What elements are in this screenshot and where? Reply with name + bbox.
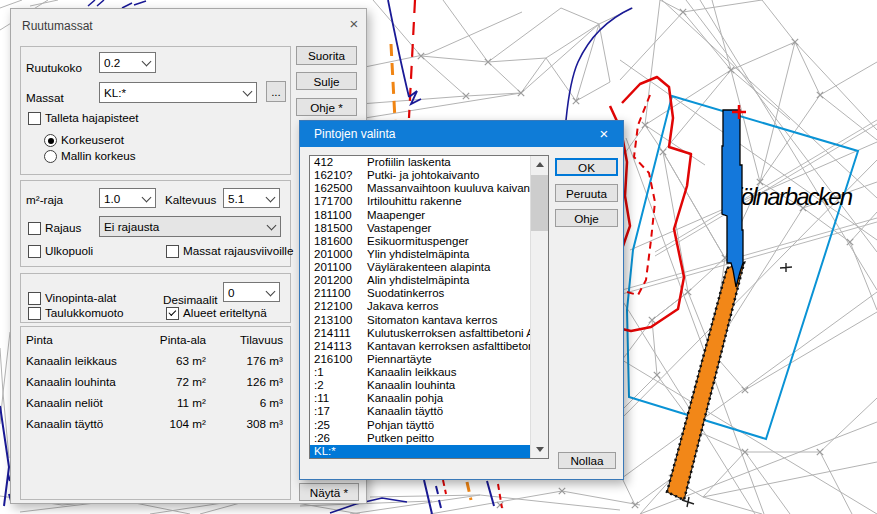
surface-list[interactable]: 412Profiilin laskenta 16210?Putki- ja jo… xyxy=(309,155,549,459)
list-item[interactable]: 213100Sitomaton kantava kerros xyxy=(310,314,532,327)
nayta-button[interactable]: Näytä * xyxy=(299,483,359,501)
alueet-checkbox[interactable] xyxy=(166,307,179,320)
chevron-down-icon xyxy=(266,193,276,203)
desimaalit-select[interactable]: 0 xyxy=(223,282,280,302)
list-item[interactable]: 201000Ylin yhdistelmäpinta xyxy=(310,248,532,261)
rajaus-label: Rajaus xyxy=(45,221,81,234)
close-icon[interactable]: × xyxy=(343,13,365,35)
list-item[interactable]: 201100Väylärakenteen alapinta xyxy=(310,261,532,274)
vinopinta-checkbox[interactable] xyxy=(28,292,41,305)
ruutukoko-select[interactable]: 0.2 xyxy=(99,52,156,73)
table-row: Kanaalin louhinta 72 m² 126 m³ xyxy=(21,375,290,396)
table-header: Pinta Pinta-ala Tilavuus xyxy=(21,333,290,354)
korkeuserot-label: Korkeuserot xyxy=(61,133,124,146)
list-item[interactable]: 216100Piennartäyte xyxy=(310,353,532,366)
chevron-down-icon xyxy=(266,287,276,297)
talleta-label: Talleta hajapisteet xyxy=(45,111,139,124)
surface-list-items: 412Profiilin laskenta 16210?Putki- ja jo… xyxy=(310,156,532,458)
rajaus-mode-select[interactable]: Ei rajausta xyxy=(99,216,281,237)
group-ruutukoko: Ruutukoko 0.2 Massat KL:* ... Talleta ha… xyxy=(20,46,291,175)
dialog-title: Pintojen valinta xyxy=(314,127,395,141)
scroll-down-button[interactable] xyxy=(531,441,548,458)
list-item[interactable]: :11Kanaalin pohja xyxy=(310,392,532,405)
results-rows: Kanaalin leikkaus 63 m² 176 m³ Kanaalin … xyxy=(21,354,290,438)
browse-button[interactable]: ... xyxy=(266,81,286,102)
pintojen-valinta-dialog: Pintojen valinta × 412Profiilin laskenta… xyxy=(299,120,624,480)
kaltevuus-select[interactable]: 5.1 xyxy=(223,188,280,208)
sulje-button[interactable]: Sulje xyxy=(296,72,357,90)
chevron-down-icon xyxy=(243,87,253,97)
ulkopuoli-checkbox[interactable] xyxy=(28,245,41,258)
dialog-titlebar: Pintojen valinta × xyxy=(300,121,623,147)
list-item[interactable]: 171700Irtilouhittu rakenne xyxy=(310,195,532,208)
massat-select[interactable]: KL:* xyxy=(99,82,257,103)
table-row: Kanaalin leikkaus 63 m² 176 m³ xyxy=(21,354,290,375)
nollaa-button[interactable]: Nollaa xyxy=(558,452,616,469)
ok-button[interactable]: OK xyxy=(555,158,618,176)
scroll-up-button[interactable] xyxy=(531,156,548,173)
list-item[interactable]: :17Kanaalin täyttö xyxy=(310,405,532,418)
list-item[interactable]: 214113Kantavan kerroksen asfalttibetoni xyxy=(310,340,532,353)
taulukkomuoto-checkbox[interactable] xyxy=(28,307,41,320)
list-item[interactable]: 181600Esikuormituspenger xyxy=(310,235,532,248)
list-item[interactable]: 201200Alin yhdistelmäpinta xyxy=(310,274,532,287)
ruutukoko-label: Ruutukoko xyxy=(26,61,82,74)
list-item[interactable]: 181500Vastapenger xyxy=(310,222,532,235)
list-item[interactable]: KL:* xyxy=(310,445,532,458)
talleta-checkbox[interactable] xyxy=(28,112,41,125)
list-item[interactable]: :25Pohjan täyttö xyxy=(310,419,532,432)
list-item[interactable]: 162500Massanvaihtoon kuuluva kaivanto xyxy=(310,182,532,195)
mallin-korkeus-label: Mallin korkeus xyxy=(61,149,136,162)
list-item[interactable]: 214111Kulutuskerroksen asfalttibetoni AB xyxy=(310,327,532,340)
list-item[interactable]: :1Kanaalin leikkaus xyxy=(310,366,532,379)
group-results: Pinta Pinta-ala Tilavuus Kanaalin leikka… xyxy=(20,326,291,500)
massat-label: Massat xyxy=(26,91,64,104)
chevron-down-icon xyxy=(142,193,152,203)
list-item[interactable]: :2Kanaalin louhinta xyxy=(310,379,532,392)
scrollbar-thumb[interactable] xyxy=(531,175,548,231)
chevron-down-icon xyxy=(142,57,152,67)
scrollbar[interactable] xyxy=(530,156,548,458)
desimaalit-label: Desimaalit xyxy=(163,293,218,306)
ohje-button[interactable]: Ohje * xyxy=(296,98,357,116)
massat-rajausviivoille-label: Massat rajausviivoille xyxy=(183,244,293,257)
list-item[interactable]: 212100Jakava kerros xyxy=(310,300,532,313)
group-output: Vinopinta-alat Desimaalit 0 Taulukkomuot… xyxy=(20,273,291,323)
table-row: Kanaalin täyttö 104 m² 308 m³ xyxy=(21,417,290,438)
table-row: Kanaalin neliöt 11 m² 6 m³ xyxy=(21,396,290,417)
korkeuserot-radio[interactable] xyxy=(44,134,57,147)
list-item[interactable]: 412Profiilin laskenta xyxy=(310,156,532,169)
close-icon[interactable]: × xyxy=(593,123,615,145)
taulukkomuoto-label: Taulukkomuoto xyxy=(45,306,124,319)
group-rajaus: m²-raja 1.0 Kaltevuus 5.1 Rajaus Ei raja… xyxy=(20,180,291,267)
mallin-korkeus-radio[interactable] xyxy=(44,150,57,163)
list-item[interactable]: 16210?Putki- ja johtokaivanto xyxy=(310,169,532,182)
m2raja-label: m²-raja xyxy=(26,193,63,206)
kaltevuus-label: Kaltevuus xyxy=(165,193,216,206)
list-item[interactable]: :26Putken peitto xyxy=(310,432,532,445)
peruuta-button[interactable]: Peruuta xyxy=(555,184,618,202)
dialog-title: Ruutumassat xyxy=(22,19,93,33)
rajaus-checkbox[interactable] xyxy=(28,222,41,235)
massat-rajausviivoille-checkbox[interactable] xyxy=(166,245,179,258)
list-item[interactable]: 211100Suodatinkerros xyxy=(310,287,532,300)
m2raja-select[interactable]: 1.0 xyxy=(99,188,156,208)
chevron-down-icon xyxy=(267,221,277,231)
vinopinta-label: Vinopinta-alat xyxy=(45,291,116,304)
list-item[interactable]: 181100Maapenger xyxy=(310,209,532,222)
alueet-label: Alueet eriteltynä xyxy=(183,306,267,319)
ohje-button[interactable]: Ohje xyxy=(555,209,618,227)
ulkopuoli-label: Ulkopuoli xyxy=(45,244,93,257)
suorita-button[interactable]: Suorita xyxy=(296,46,357,65)
